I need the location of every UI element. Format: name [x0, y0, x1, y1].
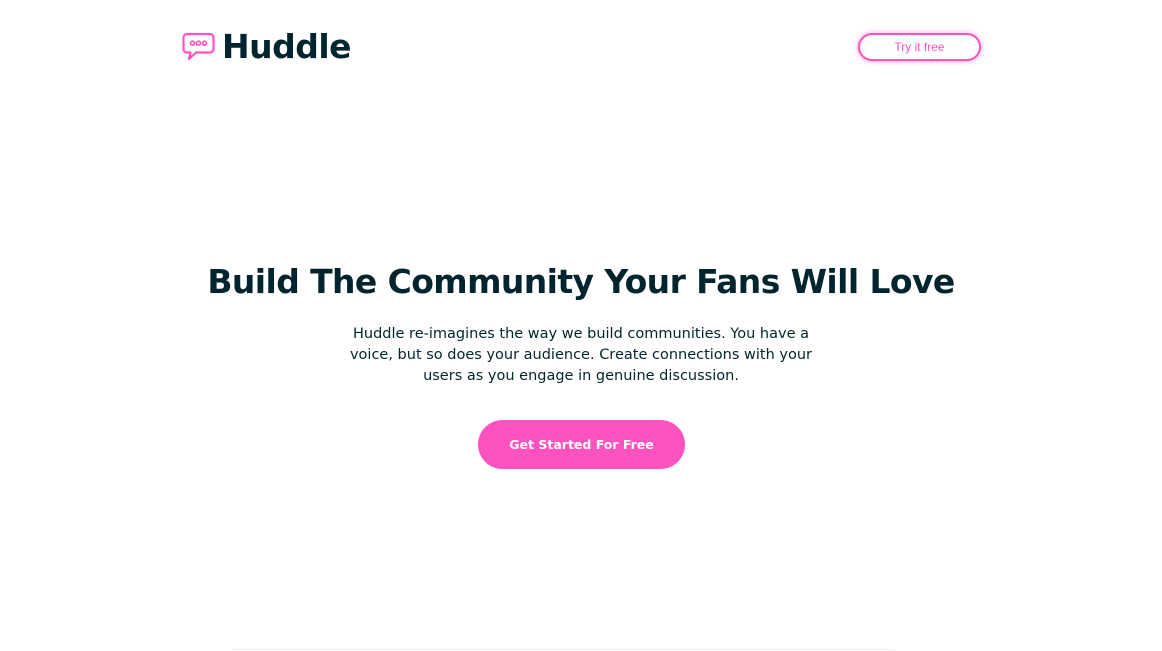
logo-text: Huddle: [222, 27, 352, 66]
site-header: Huddle Try it free: [0, 0, 1162, 96]
hero-title: Build The Community Your Fans Will Love: [207, 262, 955, 301]
divider: [232, 649, 894, 650]
hero-description: Huddle re-imagines the way we build comm…: [349, 326, 813, 384]
hero-section: Build The Community Your Fans Will Love …: [0, 260, 1162, 387]
try-it-free-button[interactable]: Try it free: [858, 33, 981, 61]
get-started-button[interactable]: Get Started For Free: [478, 420, 685, 469]
logo[interactable]: Huddle: [182, 27, 352, 66]
chat-bubble-icon: [182, 32, 215, 60]
